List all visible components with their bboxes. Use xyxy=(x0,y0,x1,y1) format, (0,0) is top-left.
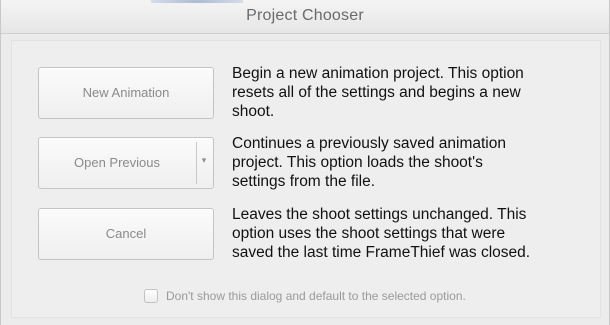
open-previous-button-label: Open Previous xyxy=(74,155,160,170)
open-previous-description: Continues a previously saved animation p… xyxy=(232,135,506,190)
split-divider xyxy=(196,142,197,184)
new-animation-button[interactable]: New Animation xyxy=(38,67,214,119)
cancel-description: Leaves the shoot settings unchanged. Thi… xyxy=(232,206,531,261)
title-bar[interactable]: Project Chooser xyxy=(1,0,609,34)
window-title: Project Chooser xyxy=(246,7,364,24)
chevron-down-icon[interactable]: ▾ xyxy=(199,155,209,166)
title-accent xyxy=(151,0,243,3)
cancel-button-label: Cancel xyxy=(105,226,147,241)
project-chooser-window: Project Chooser New Animation Begin a ne… xyxy=(0,0,610,325)
default-option-checkbox[interactable] xyxy=(144,289,158,303)
new-animation-description: Begin a new animation project. This opti… xyxy=(232,65,524,120)
open-previous-button[interactable]: Open Previous ▾ xyxy=(38,137,214,189)
default-option-checkbox-label: Don't show this dialog and default to th… xyxy=(166,289,466,303)
new-animation-button-label: New Animation xyxy=(82,85,170,100)
cancel-button[interactable]: Cancel xyxy=(38,208,214,260)
